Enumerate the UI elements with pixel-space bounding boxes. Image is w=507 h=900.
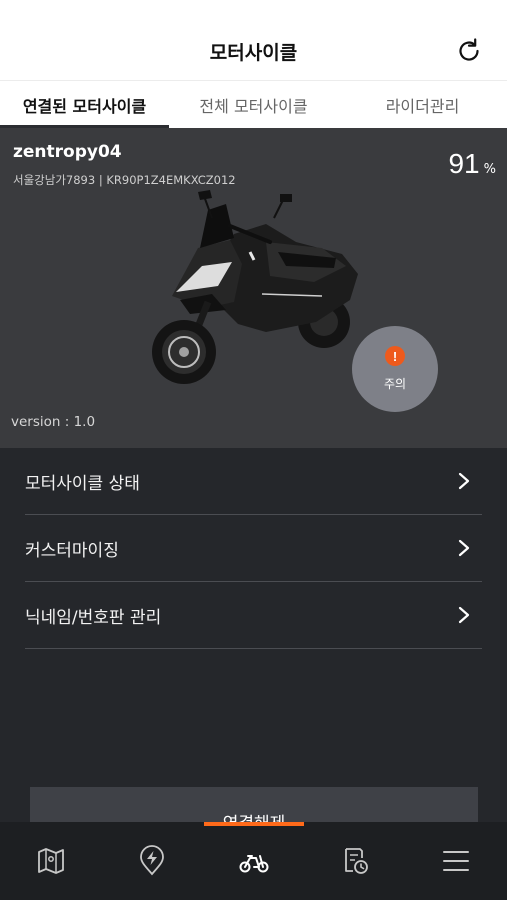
- nav-charging[interactable]: [101, 822, 202, 900]
- warning-button[interactable]: ! 주의: [352, 326, 438, 412]
- warning-icon: !: [385, 346, 405, 366]
- nav-menu[interactable]: [406, 822, 507, 900]
- chevron-right-icon: [458, 472, 470, 490]
- nav-history[interactable]: [304, 822, 405, 900]
- menu-item-motorcycle-status[interactable]: 모터사이클 상태: [25, 448, 482, 515]
- chevron-right-icon: [458, 539, 470, 557]
- page-title: 모터사이클: [209, 42, 298, 64]
- settings-menu: 모터사이클 상태 커스터마이징 닉네임/번호판 관리: [0, 448, 507, 649]
- motorcycle-image: [152, 190, 358, 384]
- map-icon: [37, 848, 64, 874]
- refresh-icon[interactable]: [455, 37, 483, 65]
- bottom-nav: [0, 822, 507, 900]
- chevron-right-icon: [458, 606, 470, 624]
- vehicle-card: zentropy04 서울강남가7893 | KR90P1Z4EMKXCZ012…: [0, 128, 507, 448]
- charging-location-icon: [140, 845, 165, 876]
- menu-icon: [443, 851, 470, 871]
- history-icon: [345, 848, 368, 874]
- tab-rider-management[interactable]: 라이더관리: [338, 81, 507, 128]
- menu-item-label: 모터사이클 상태: [25, 473, 140, 494]
- menu-item-label: 커스터마이징: [25, 540, 119, 561]
- motorcycle-icon: [239, 855, 269, 873]
- nav-motorcycle[interactable]: [203, 822, 304, 900]
- version-text: version : 1.0: [11, 414, 96, 430]
- vehicle-nickname: zentropy04: [13, 142, 122, 162]
- warning-label: 주의: [383, 377, 407, 391]
- app-header: 모터사이클: [0, 0, 507, 80]
- tab-all-motorcycles[interactable]: 전체 모터사이클: [169, 81, 338, 128]
- battery-unit: %: [483, 162, 496, 177]
- menu-item-label: 닉네임/번호판 관리: [25, 607, 162, 628]
- battery-value: 91: [448, 148, 480, 179]
- tab-connected-motorcycle[interactable]: 연결된 모터사이클: [0, 81, 169, 128]
- battery-level: 91%: [448, 148, 496, 180]
- menu-item-nickname-plate[interactable]: 닉네임/번호판 관리: [25, 582, 482, 649]
- menu-item-customizing[interactable]: 커스터마이징: [25, 515, 482, 582]
- nav-map[interactable]: [0, 822, 101, 900]
- tab-bar: 연결된 모터사이클 전체 모터사이클 라이더관리: [0, 80, 507, 128]
